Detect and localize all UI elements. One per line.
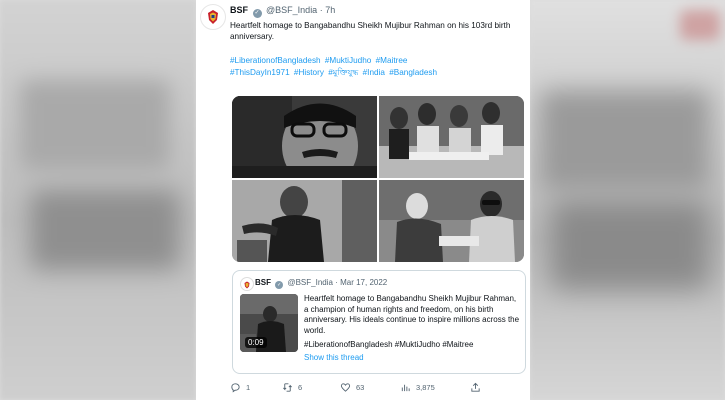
tweet-time[interactable]: 7h (325, 5, 335, 15)
separator-dot: · (319, 5, 323, 15)
like-count: 63 (356, 382, 365, 392)
media-grid (232, 96, 524, 262)
background-left (0, 0, 196, 400)
hashtag-link[interactable]: #MuktiJudho (325, 56, 371, 65)
retweet-icon (283, 382, 292, 392)
video-duration: 0:09 (245, 337, 267, 348)
bsf-logo-icon (202, 6, 224, 28)
tweet-header: BSF ✓ @BSF_India · 7h (230, 5, 335, 18)
hashtag-link[interactable]: #India (363, 68, 385, 77)
heart-icon (340, 382, 351, 392)
avatar[interactable] (200, 4, 226, 30)
hashtag-link[interactable]: #মুক্তিযুদ্ধ (328, 68, 358, 77)
hashtags: #LiberationofBangladesh #MuktiJudho #Mai… (230, 55, 522, 79)
hashtag-link[interactable]: #History (294, 68, 324, 77)
photo-speech[interactable] (232, 180, 377, 262)
hashtag-link[interactable]: #ThisDayIn1971 (230, 68, 290, 77)
author-handle[interactable]: @BSF_India (266, 5, 317, 15)
views-count: 3,875 (416, 382, 435, 392)
quoted-header: BSF ✓ @BSF_India · Mar 17, 2022 (255, 278, 387, 289)
bsf-logo-icon (241, 279, 253, 290)
reply-icon (231, 382, 240, 393)
background-right (530, 0, 725, 400)
retweet-button[interactable]: 6 (282, 380, 302, 394)
separator-dot: · (335, 278, 338, 287)
video-thumbnail[interactable]: 0:09 (240, 294, 298, 352)
views-icon (401, 384, 410, 391)
action-bar: 1 6 63 3,875 (230, 380, 520, 394)
quoted-author-name: BSF (255, 278, 271, 287)
share-button[interactable] (470, 380, 481, 394)
quoted-text: Heartfelt homage to Bangabandhu Sheikh M… (304, 294, 520, 335)
quoted-tweet[interactable]: BSF ✓ @BSF_India · Mar 17, 2022 0:09 Hea… (232, 270, 526, 374)
retweet-count: 6 (298, 382, 303, 392)
verified-badge-icon: ✓ (275, 281, 284, 289)
hashtag-link[interactable]: #Maitree (376, 56, 408, 65)
photo-portrait[interactable] (232, 96, 377, 178)
quoted-avatar (240, 277, 254, 291)
tweet-text: Heartfelt homage to Bangabandhu Sheikh M… (230, 21, 511, 41)
like-button[interactable]: 63 (340, 380, 364, 394)
share-icon (471, 382, 480, 392)
quoted-handle: @BSF_India (287, 278, 333, 287)
hashtag-link[interactable]: #Bangladesh (389, 68, 437, 77)
hashtag-link[interactable]: #LiberationofBangladesh (230, 56, 321, 65)
reply-button[interactable]: 1 (230, 380, 250, 394)
photo-signing[interactable] (379, 96, 524, 178)
photo-meeting[interactable] (379, 180, 524, 262)
verified-badge-icon: ✓ (252, 9, 262, 18)
views-button[interactable]: 3,875 (400, 380, 435, 394)
quoted-date: Mar 17, 2022 (340, 278, 388, 287)
show-thread-link[interactable]: Show this thread (304, 353, 364, 362)
author-name[interactable]: BSF (230, 5, 248, 15)
reply-count: 1 (246, 382, 251, 392)
tweet-card[interactable]: BSF ✓ @BSF_India · 7h Heartfelt homage t… (196, 0, 530, 400)
quoted-hashtags: #LiberationofBangladesh #MuktiJudho #Mai… (304, 340, 474, 349)
